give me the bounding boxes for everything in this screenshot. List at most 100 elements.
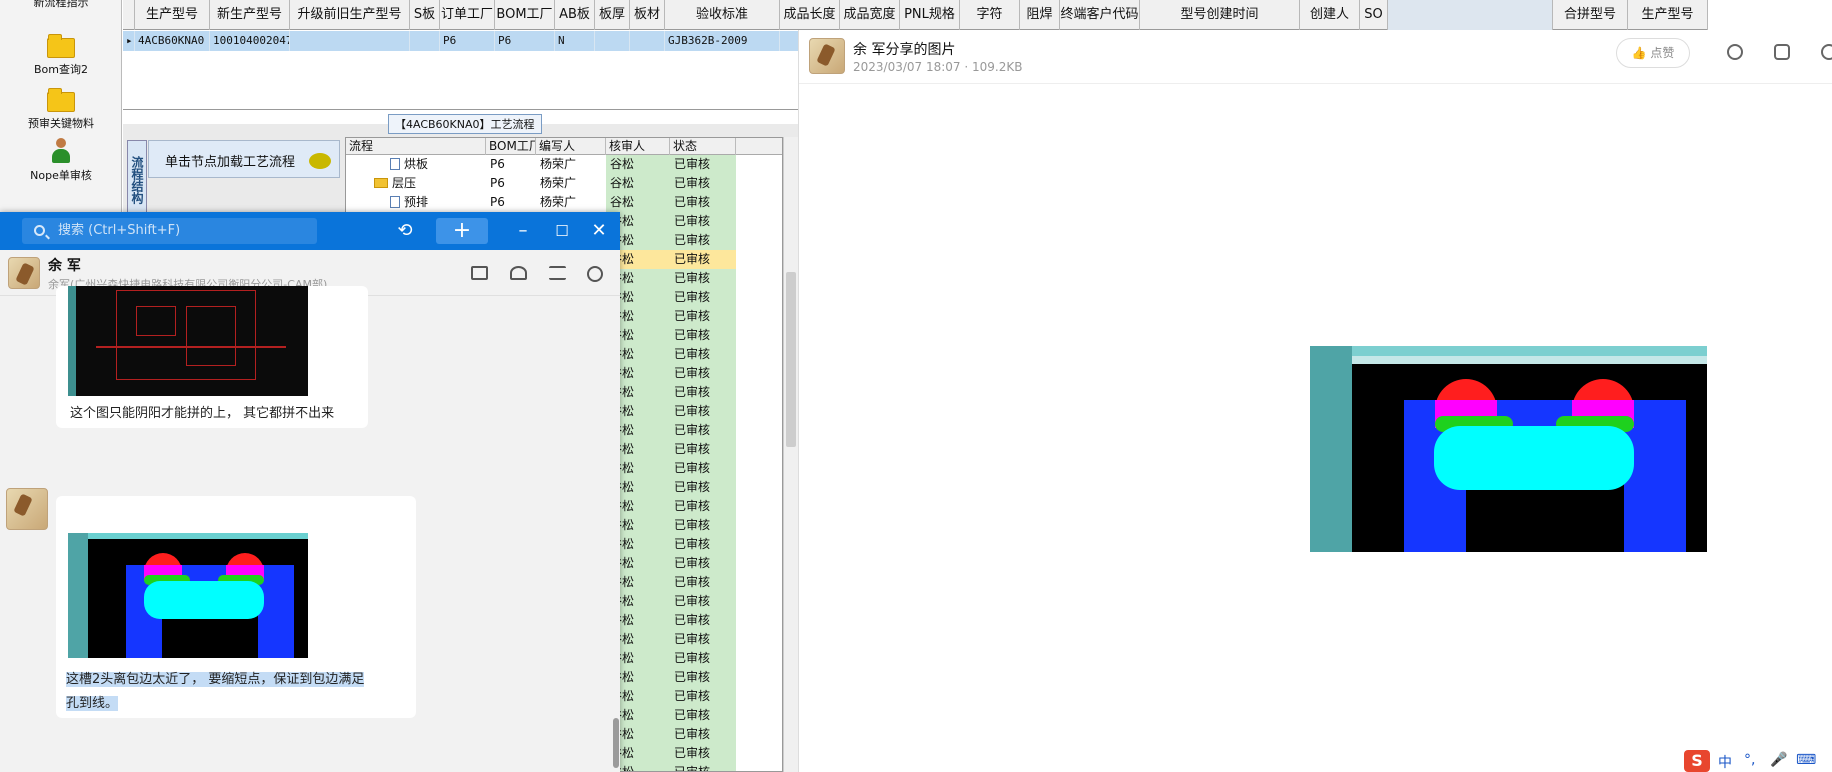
message-bubble[interactable]: 这个图只能阴阳才能拼的上， 其它都拼不出来 bbox=[56, 286, 368, 428]
status-cell: 已审核 bbox=[670, 364, 736, 383]
column-header[interactable]: 创建人 bbox=[1300, 0, 1360, 30]
zoom-in-icon[interactable] bbox=[1727, 44, 1743, 60]
column-header[interactable]: 升级前旧生产型号 bbox=[290, 0, 410, 30]
message-image[interactable] bbox=[68, 533, 308, 658]
grid-cell[interactable] bbox=[290, 31, 410, 51]
minimize-button[interactable]: – bbox=[510, 218, 536, 244]
column-header[interactable]: 成品长度 bbox=[780, 0, 840, 30]
maximize-button[interactable]: ☐ bbox=[549, 218, 575, 244]
column-header[interactable]: 型号创建时间 bbox=[1140, 0, 1300, 30]
tree-row[interactable]: 预排 P6 杨荣广 谷松 已审核 bbox=[346, 193, 782, 212]
column-header[interactable]: 合拼型号 bbox=[1553, 0, 1628, 30]
tree-node[interactable]: 层压 bbox=[346, 174, 486, 193]
grid-cell[interactable]: GJB362B-2009 bbox=[665, 31, 780, 51]
message-image[interactable] bbox=[68, 286, 308, 396]
ime-lang[interactable]: 中 bbox=[1718, 752, 1732, 772]
message-bubble[interactable]: 这槽2头离包边太近了， 要缩短点，保证到包边满足 孔到线。 bbox=[56, 496, 416, 718]
writer-cell: 杨荣广 bbox=[540, 195, 577, 209]
gear-icon[interactable] bbox=[587, 266, 603, 282]
grid-cell[interactable] bbox=[410, 31, 440, 51]
history-icon[interactable]: ⟲ bbox=[392, 218, 418, 244]
column-header[interactable]: 字符 bbox=[960, 0, 1020, 30]
search-input[interactable]: 搜索 (Ctrl+Shift+F) bbox=[22, 218, 317, 244]
column-header[interactable]: 板厚 bbox=[595, 0, 630, 30]
tree-scrollbar[interactable] bbox=[783, 137, 798, 772]
fit-size-icon[interactable] bbox=[1774, 44, 1790, 60]
load-flow-label: 单击节点加载工艺流程 bbox=[165, 155, 296, 170]
tree-column-header[interactable]: 核审人 bbox=[606, 138, 670, 155]
keyboard-icon[interactable]: ⌨ bbox=[1796, 752, 1816, 768]
column-header[interactable]: PNL规格 bbox=[900, 0, 960, 30]
grid-cell[interactable] bbox=[630, 31, 665, 51]
grid-cell[interactable]: N bbox=[555, 31, 595, 51]
message-text: 这槽2头离包边太近了， 要缩短点，保证到包边满足 孔到线。 bbox=[66, 668, 396, 716]
microphone-icon[interactable]: 🎤 bbox=[1770, 752, 1787, 768]
zoom-out-icon[interactable] bbox=[1821, 44, 1832, 60]
folder-icon[interactable] bbox=[471, 266, 488, 280]
tree-column-header[interactable]: 流程 bbox=[346, 138, 486, 155]
column-header[interactable]: BOM工厂 bbox=[495, 0, 555, 30]
viewer-title: 余 军分享的图片 bbox=[853, 42, 956, 58]
column-header[interactable]: 新生产型号 bbox=[210, 0, 290, 30]
toolbar-item-nope-review[interactable]: Nope单审核 bbox=[0, 138, 122, 183]
column-header[interactable]: SO bbox=[1360, 0, 1388, 30]
message-line: 这槽2头离包边太近了， 要缩短点，保证到包边满足 bbox=[66, 672, 365, 687]
grid-cell[interactable]: P6 bbox=[440, 31, 495, 51]
status-cell: 已审核 bbox=[670, 193, 736, 212]
status-cell: 已审核 bbox=[670, 269, 736, 288]
tree-row[interactable]: 烘板 P6 杨荣广 谷松 已审核 bbox=[346, 155, 782, 174]
tree-row[interactable]: 层压 P6 杨荣广 谷松 已审核 bbox=[346, 174, 782, 193]
avatar[interactable] bbox=[6, 488, 48, 530]
tree-node[interactable]: 烘板 bbox=[346, 155, 486, 174]
scroll-thumb[interactable] bbox=[786, 272, 796, 447]
reviewer-cell: 谷松 bbox=[606, 155, 670, 174]
close-button[interactable]: ✕ bbox=[586, 218, 612, 244]
reviewer-cell: 谷松 bbox=[606, 193, 670, 212]
column-header[interactable]: 生产型号 bbox=[135, 0, 210, 30]
row-indicator[interactable]: ▸ bbox=[123, 31, 135, 51]
add-button[interactable]: + bbox=[436, 218, 488, 244]
column-header[interactable]: 订单工厂 bbox=[440, 0, 495, 30]
pcb-outline bbox=[96, 346, 286, 348]
status-cell: 已审核 bbox=[670, 383, 736, 402]
grid-cell[interactable]: 10010400204753 bbox=[210, 31, 290, 51]
chat-scrollbar[interactable] bbox=[612, 296, 620, 772]
column-header[interactable]: 验收标准 bbox=[665, 0, 780, 30]
status-cell: 已审核 bbox=[670, 250, 736, 269]
tree-header: 流程 BOM工厂 编写人 核审人 状态 bbox=[346, 138, 782, 155]
tree-column-header[interactable]: 状态 bbox=[670, 138, 736, 155]
chat-window: 搜索 (Ctrl+Shift+F) ⟲ + – ☐ ✕ 余 军 余军(广州兴森快… bbox=[0, 212, 620, 772]
load-flow-button[interactable]: 单击节点加载工艺流程 bbox=[148, 140, 340, 178]
image-sidebar bbox=[68, 533, 88, 658]
toolbar-item-bom-query[interactable]: Bom查询2 bbox=[0, 34, 122, 77]
column-header[interactable]: S板 bbox=[410, 0, 440, 30]
grid-cell[interactable]: 4ACB60KNA0 bbox=[135, 31, 210, 51]
column-header[interactable]: 生产型号 bbox=[1628, 0, 1708, 30]
image-viewer: 余 军分享的图片 2023/03/07 18:07 · 109.2KB 👍 点赞 bbox=[798, 30, 1832, 772]
image-sidebar bbox=[1310, 346, 1352, 552]
tree-column-header[interactable]: 编写人 bbox=[536, 138, 606, 155]
ime-punct[interactable]: °, bbox=[1744, 752, 1755, 768]
tree-column-header[interactable]: BOM工厂 bbox=[486, 138, 536, 155]
column-header[interactable] bbox=[1388, 0, 1553, 30]
avatar[interactable] bbox=[8, 257, 40, 289]
column-header[interactable]: 阻焊 bbox=[1020, 0, 1060, 30]
status-cell: 已审核 bbox=[670, 345, 736, 364]
grid-cell[interactable]: P6 bbox=[495, 31, 555, 51]
column-header[interactable]: 板材 bbox=[630, 0, 665, 30]
sogou-logo-icon[interactable]: S bbox=[1684, 750, 1710, 772]
shared-image[interactable] bbox=[1310, 346, 1707, 552]
column-header[interactable]: AB板 bbox=[555, 0, 595, 30]
pcb-outline bbox=[186, 306, 236, 366]
search-history-icon[interactable] bbox=[549, 266, 566, 280]
tab-flow-structure[interactable]: 流程结构 bbox=[127, 140, 147, 220]
scroll-thumb[interactable] bbox=[613, 718, 619, 768]
like-button[interactable]: 👍 点赞 bbox=[1616, 38, 1690, 68]
toolbar-item-pre-review[interactable]: 预审关键物料 bbox=[0, 88, 122, 131]
tree-node[interactable]: 预排 bbox=[346, 193, 486, 212]
grid-cell[interactable] bbox=[595, 31, 630, 51]
toolbar-item-new-flow[interactable]: 新流程指示 bbox=[0, 0, 122, 10]
column-header[interactable]: 成品宽度 bbox=[840, 0, 900, 30]
add-user-icon[interactable] bbox=[510, 266, 527, 280]
column-header[interactable]: 终端客户代码 bbox=[1060, 0, 1140, 30]
